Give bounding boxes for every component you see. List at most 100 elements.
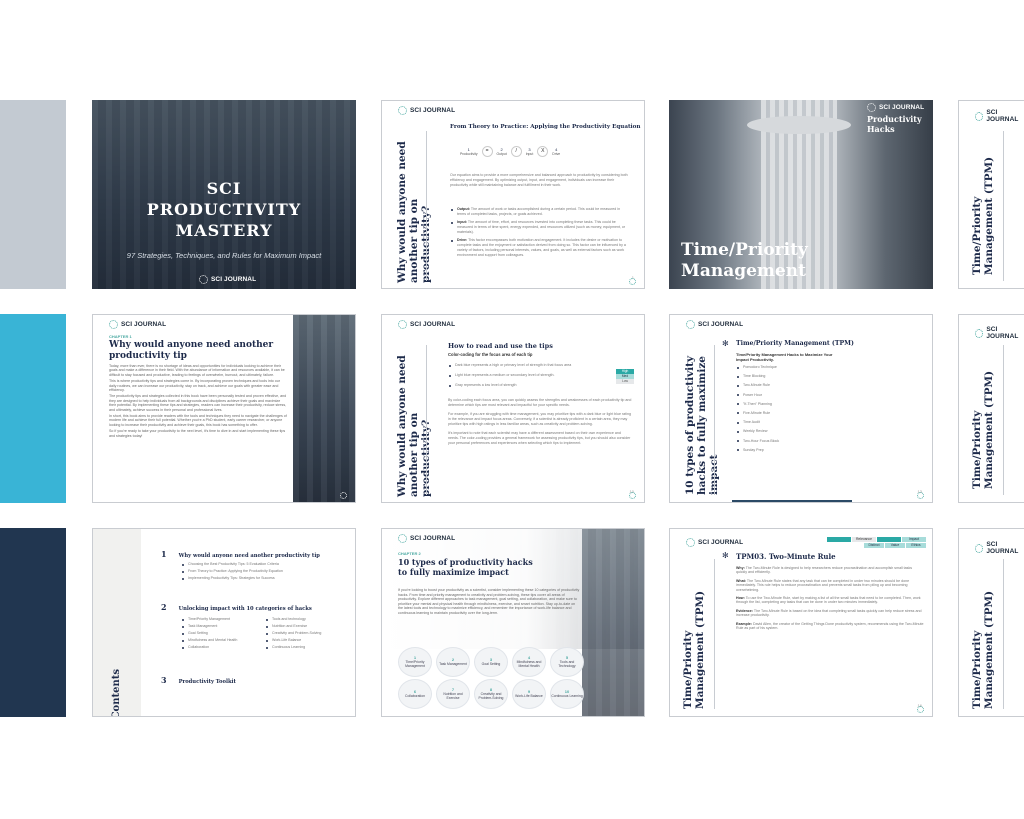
toc-item[interactable]: Implementing Productivity Tips: Strategi… [181, 576, 347, 581]
sci-journal-logo-icon [686, 538, 695, 547]
column-capital [747, 116, 851, 134]
sci-journal-logo-icon [975, 328, 984, 338]
section-number: 3 [161, 675, 167, 685]
tpm-list-subheading: Time/Priority Management Hacks to Maximi… [736, 352, 833, 362]
rule-body: Why: The Two-Minute Rule is designed to … [736, 566, 924, 631]
partial-page-left-2[interactable] [0, 314, 66, 503]
equation-page-logo: SCI JOURNAL [398, 106, 455, 115]
tpm-item[interactable]: Weekly Review [736, 429, 856, 434]
category-circle[interactable]: 10 Continuous Learning [550, 679, 584, 709]
category-circles: 1 Time/Priority Management 2 Task Manageme… [398, 647, 598, 709]
toc-item[interactable]: Mindfulness and Mental Health [181, 638, 253, 643]
chapter-label: CHAPTER 1 [109, 334, 132, 339]
types-page-logo: SCI JOURNAL [398, 534, 455, 543]
types-page[interactable]: SCI JOURNAL CHAPTER 2 10 types of produc… [381, 528, 645, 717]
sci-journal-logo-icon [686, 320, 695, 329]
category-circle[interactable]: 9 Work-Life Balance [512, 679, 546, 709]
tpm-item[interactable]: Pomodoro Technique [736, 365, 856, 370]
partial-page-left-3[interactable] [0, 528, 66, 717]
read-page[interactable]: SCI JOURNAL Why would anyone need anothe… [381, 314, 645, 503]
tpm-list-page[interactable]: SCI JOURNAL 10 types of productivity hac… [669, 314, 933, 503]
partial-page-right-1[interactable]: SCI JOURNAL Time/Priority Management (TP… [958, 100, 1024, 289]
rule-page-side-title: Time/Priority Management (TPM) [682, 590, 706, 709]
toc-item[interactable]: Work-Life Balance [265, 638, 343, 643]
partial-page-right-2[interactable]: SCI JOURNAL Time/Priority Management (TP… [958, 314, 1024, 503]
section-title[interactable]: Unlocking impact with 10 categories of h… [179, 606, 312, 612]
tpm-cover-logo: SCI JOURNAL [867, 103, 924, 112]
toc-item[interactable]: Nutrition and Exercise [265, 624, 343, 629]
toc-item[interactable]: Choosing the Best Productivity Tips: 5 E… [181, 562, 347, 567]
chapter-photo [293, 315, 355, 502]
category-circle[interactable]: 4 Mindfulness and Mental Health [512, 647, 546, 677]
tpm-cover-title: Time/Priority Management [681, 240, 808, 281]
equation-page-bullets: Output: The amount of work or tasks acco… [450, 204, 628, 261]
tpm-item[interactable]: Two-Minute Rule [736, 383, 856, 388]
bullet-output: Output: The amount of work or tasks acco… [450, 207, 628, 217]
toc-item[interactable]: Time/Priority Management [181, 617, 253, 622]
types-title: 10 types of productivity hacks to fully … [398, 557, 533, 577]
tpm-item[interactable]: "If-Then" Planning [736, 402, 856, 407]
tpm-item[interactable]: Time Blocking [736, 374, 856, 379]
toc-item[interactable]: Task Management [181, 624, 253, 629]
category-circle[interactable]: 5 Tools and Technology [550, 647, 584, 677]
chapter-page-logo: SCI JOURNAL [109, 320, 166, 329]
equation-page[interactable]: SCI JOURNAL Why would anyone need anothe… [381, 100, 645, 289]
cover-logo: SCI JOURNAL [199, 275, 256, 284]
bullet-dark-blue: Dark blue represents a high or primary l… [448, 363, 608, 368]
sci-journal-logo-icon [398, 320, 407, 329]
person-icon: ✻ [722, 339, 729, 348]
partial-logo: SCI JOURNAL [975, 541, 1024, 555]
toc-item[interactable]: Tools and technology [265, 617, 343, 622]
category-circle[interactable]: 1 Time/Priority Management [398, 647, 432, 677]
tpm-item[interactable]: Time Audit [736, 420, 856, 425]
bullet-input: Input: The amount of time, effort, and r… [450, 220, 628, 235]
category-circle[interactable]: 3 Goal Setting [474, 647, 508, 677]
focus-tags: Relevance Impact Distinct Value Ethics [826, 537, 926, 548]
read-page-bullets: Dark blue represents a high or primary l… [448, 360, 608, 391]
section-title[interactable]: Productivity Toolkit [179, 679, 236, 685]
toc-item[interactable]: From Theory to Practice: Applying the Pr… [181, 569, 347, 574]
partial-page-left-1[interactable] [0, 100, 66, 289]
tpm-item[interactable]: Power Hour [736, 393, 856, 398]
category-circle[interactable]: 6 Collaboration [398, 679, 432, 709]
category-circle[interactable]: 7 Nutrition and Exercise [436, 679, 470, 709]
tag-value: Value [885, 543, 905, 548]
partial-side-title: Time/Priority Management (TPM) [971, 156, 995, 275]
read-page-side-title: Why would anyone need another tip on pro… [396, 355, 432, 497]
read-page-heading: How to read and use the tips [448, 342, 553, 350]
equation-op: = [481, 146, 493, 157]
sci-journal-logo-icon [199, 275, 208, 284]
chapter-body: Today, more than ever, there is no short… [109, 364, 287, 438]
partial-side-title: Time/Priority Management (TPM) [971, 590, 995, 709]
section-title[interactable]: Why would anyone need another productivi… [179, 553, 320, 559]
partial-divider [1003, 131, 1004, 281]
bullet-light-blue: Light blue represents a medium or second… [448, 373, 608, 378]
tpm-cover-page[interactable]: SCI JOURNAL Productivity Hacks Time/Prio… [669, 100, 933, 289]
chapter-page[interactable]: SCI JOURNAL CHAPTER 1 Why would anyone n… [92, 314, 356, 503]
tag-ethics: Ethics [906, 543, 926, 548]
category-circle[interactable]: 8 Creativity and Problem-Solving [474, 679, 508, 709]
rule-page[interactable]: SCI JOURNAL Relevance Impact Distinct Va… [669, 528, 933, 717]
toc-item[interactable]: Creativity and Problem-Solving [265, 631, 343, 636]
category-circle[interactable]: 2 Task Management [436, 647, 470, 677]
toc-item[interactable]: Collaboration [181, 645, 253, 650]
section-number: 2 [161, 602, 167, 612]
tpm-list-items: Pomodoro Technique Time Blocking Two-Min… [736, 365, 856, 453]
gear-icon [340, 492, 347, 499]
sci-journal-logo-icon [975, 111, 984, 121]
partial-divider [1003, 559, 1004, 709]
read-page-divider [426, 345, 427, 495]
tpm-item[interactable]: Five-Minute Rule [736, 411, 856, 416]
sci-journal-logo-icon [398, 534, 407, 543]
toc-item[interactable]: Continuous Learning [265, 645, 343, 650]
cover-page[interactable]: SCI PRODUCTIVITY MASTERY 97 Strategies, … [92, 100, 356, 289]
contents-page[interactable]: Contents 1 Why would anyone need another… [92, 528, 356, 717]
partial-page-right-3[interactable]: SCI JOURNAL Time/Priority Management (TP… [958, 528, 1024, 717]
gear-icon [917, 492, 924, 499]
sci-journal-logo-icon [109, 320, 118, 329]
contents-section-3: 3 Productivity Toolkit [161, 675, 347, 685]
legend-low: Low [616, 379, 634, 384]
tpm-item[interactable]: Sunday Prep [736, 448, 856, 453]
tpm-item[interactable]: Two-Hour Focus Block [736, 439, 856, 444]
toc-item[interactable]: Goal Setting [181, 631, 253, 636]
